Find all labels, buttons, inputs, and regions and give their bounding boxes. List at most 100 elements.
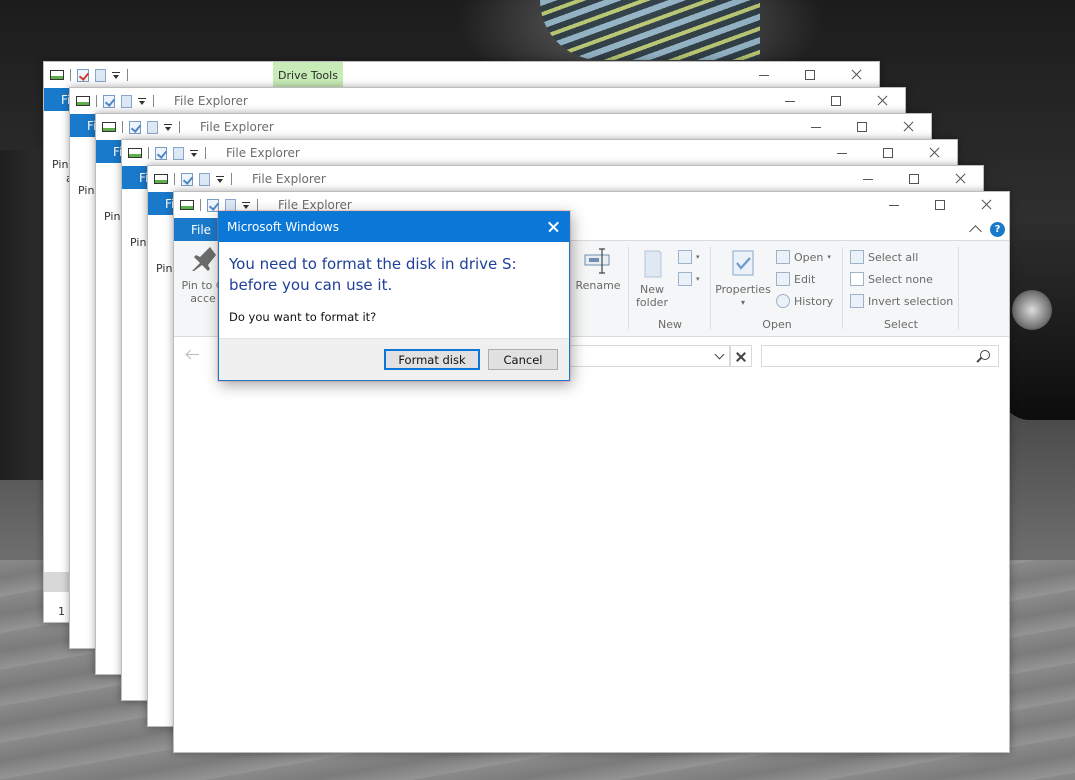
new-folder-icon[interactable] — [225, 198, 236, 212]
close-button[interactable] — [833, 62, 879, 88]
open-button[interactable]: Open ▾ — [776, 247, 831, 267]
window-controls — [819, 140, 957, 166]
maximize-button[interactable] — [839, 114, 885, 140]
history-icon — [776, 294, 790, 308]
title-bar[interactable]: File Explorer — [122, 140, 957, 166]
dialog-question: Do you want to format it? — [229, 310, 377, 324]
invert-selection-button[interactable]: Invert selection — [850, 291, 953, 311]
maximize-button[interactable] — [813, 88, 859, 114]
title-bar[interactable]: File Explorer — [148, 166, 983, 192]
minimize-button[interactable] — [845, 166, 891, 192]
ribbon-controls: ? — [969, 222, 1005, 238]
new-item-button[interactable]: ▾ — [678, 247, 700, 267]
properties-button[interactable]: Properties ▾ — [714, 247, 772, 309]
toolbar-separator — [200, 199, 201, 211]
toolbar-separator — [231, 173, 232, 185]
chevron-down-icon[interactable] — [714, 349, 725, 360]
close-button[interactable] — [911, 140, 957, 166]
drive-icon — [102, 122, 116, 132]
folder-icon — [637, 247, 667, 279]
new-folder-icon[interactable] — [173, 146, 184, 160]
title-bar[interactable]: File Explorer — [70, 88, 905, 114]
new-folder-icon[interactable] — [95, 68, 106, 82]
invert-selection-label: Invert selection — [868, 294, 954, 308]
tab-file-label: File — [190, 222, 212, 237]
collapse-ribbon-icon[interactable] — [969, 225, 982, 238]
toolbar-separator — [205, 147, 206, 159]
new-item-dropdown-icon: ▾ — [696, 253, 700, 261]
customize-toolbar-icon[interactable] — [216, 175, 225, 184]
toolbar-separator — [127, 69, 128, 81]
new-folder-icon[interactable] — [147, 120, 158, 134]
close-button[interactable] — [963, 192, 1009, 218]
properties-icon[interactable] — [129, 120, 141, 134]
close-button[interactable] — [859, 88, 905, 114]
drive-icon — [76, 96, 90, 106]
window-title: File Explorer — [200, 120, 274, 134]
customize-toolbar-icon[interactable] — [164, 123, 173, 132]
minimize-button[interactable] — [819, 140, 865, 166]
wallpaper-sign — [540, 0, 760, 60]
back-arrow-icon[interactable] — [186, 349, 200, 361]
drive-icon — [128, 148, 142, 158]
ribbon-separator — [628, 247, 629, 329]
easy-access-icon — [678, 272, 692, 286]
customize-toolbar-icon[interactable] — [190, 149, 199, 158]
customize-toolbar-icon[interactable] — [112, 71, 121, 80]
group-label-open: Open — [762, 318, 792, 331]
ribbon-separator — [710, 247, 711, 329]
window-title: File Explorer — [226, 146, 300, 160]
properties-icon[interactable] — [181, 172, 193, 186]
title-bar[interactable]: File Explorer — [96, 114, 931, 140]
customize-toolbar-icon[interactable] — [138, 97, 147, 106]
tab-drive-tools[interactable]: Drive Tools — [273, 62, 343, 88]
toolbar-separator — [122, 121, 123, 133]
title-bar[interactable]: Drive Tools — [44, 62, 879, 88]
customize-toolbar-icon[interactable] — [242, 201, 251, 210]
help-icon[interactable]: ? — [990, 222, 1005, 237]
select-none-button[interactable]: Select none — [850, 269, 933, 289]
close-button[interactable] — [937, 166, 983, 192]
history-button[interactable]: History — [776, 291, 833, 311]
maximize-button[interactable] — [787, 62, 833, 88]
properties-icon[interactable] — [77, 68, 89, 82]
ribbon-group-open: Properties ▾ Open ▾ Edit History Open — [712, 245, 842, 333]
properties-icon[interactable] — [155, 146, 167, 160]
search-icon — [980, 350, 990, 360]
minimize-button[interactable] — [741, 62, 787, 88]
dialog-title-bar[interactable]: Microsoft Windows — [219, 212, 569, 242]
toolbar-separator — [70, 69, 71, 81]
cancel-button[interactable]: Cancel — [488, 349, 558, 370]
maximize-button[interactable] — [891, 166, 937, 192]
window-controls — [871, 192, 1009, 218]
toolbar-separator — [257, 199, 258, 211]
format-disk-dialog[interactable]: Microsoft Windows You need to format the… — [218, 211, 570, 381]
maximize-button[interactable] — [865, 140, 911, 166]
format-disk-button[interactable]: Format disk — [384, 349, 480, 370]
minimize-button[interactable] — [793, 114, 839, 140]
dialog-close-button[interactable] — [537, 212, 569, 242]
new-folder-icon[interactable] — [121, 94, 132, 108]
select-all-button[interactable]: Select all — [850, 247, 918, 267]
edit-button[interactable]: Edit — [776, 269, 815, 289]
new-folder-button[interactable]: New folder — [630, 247, 674, 309]
ribbon-group-new: New folder ▾ ▾ New — [630, 245, 710, 333]
maximize-button[interactable] — [917, 192, 963, 218]
easy-access-button[interactable]: ▾ — [678, 269, 700, 289]
minimize-button[interactable] — [871, 192, 917, 218]
quick-access-toolbar — [76, 94, 154, 108]
rename-button[interactable]: Rename — [572, 243, 624, 292]
close-button[interactable] — [885, 114, 931, 140]
minimize-button[interactable] — [767, 88, 813, 114]
quick-access-toolbar — [102, 120, 180, 134]
new-folder-icon[interactable] — [199, 172, 210, 186]
rename-icon — [583, 243, 613, 275]
ribbon-group-select: Select all Select none Invert selection … — [844, 245, 958, 333]
search-input[interactable] — [761, 345, 999, 367]
properties-icon[interactable] — [103, 94, 115, 108]
pin-button-label: Pin — [156, 262, 173, 275]
new-folder-label-line1: New — [640, 283, 664, 296]
close-icon[interactable] — [730, 345, 752, 367]
quick-access-toolbar — [50, 68, 128, 82]
properties-icon[interactable] — [207, 198, 219, 212]
